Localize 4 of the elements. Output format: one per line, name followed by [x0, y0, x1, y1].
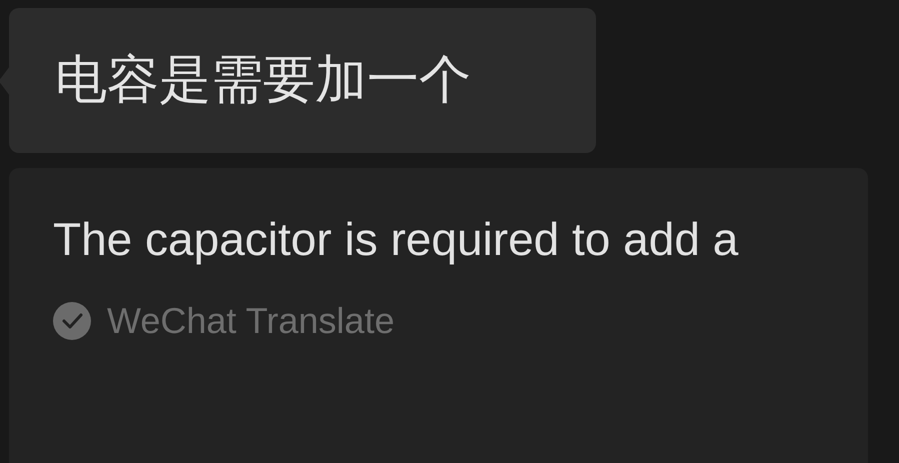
translation-text: The capacitor is required to add a: [53, 212, 740, 266]
check-icon: [53, 302, 91, 340]
message-text: 电容是需要加一个: [55, 49, 471, 112]
translation-source: WeChat Translate: [107, 300, 394, 342]
